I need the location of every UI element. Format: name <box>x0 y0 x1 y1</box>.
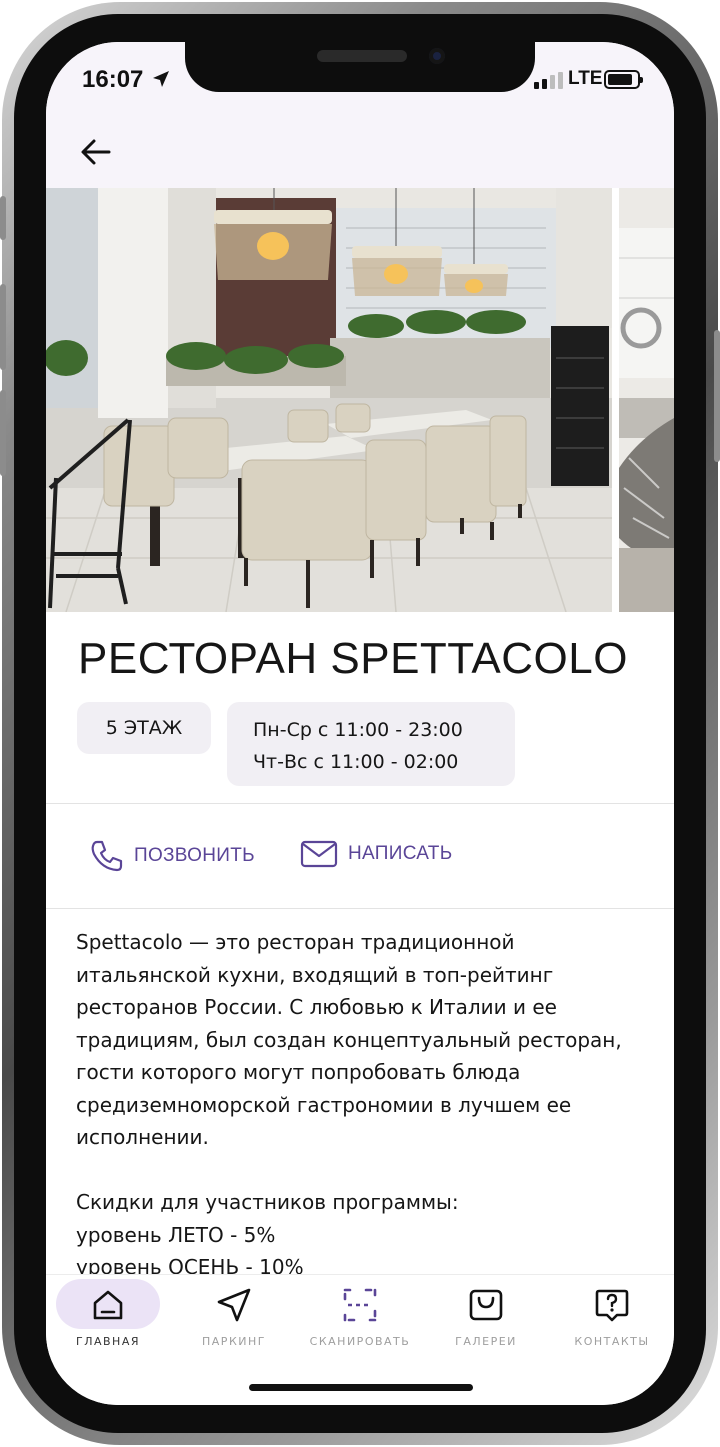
nav-contacts[interactable]: КОНТАКТЫ <box>552 1275 672 1355</box>
call-button[interactable]: ПОЗВОНИТЬ <box>88 838 255 874</box>
navigation-arrow-icon <box>217 1288 251 1322</box>
location-arrow-icon <box>153 71 169 87</box>
divider <box>46 803 674 804</box>
signal-icon <box>534 72 563 89</box>
floor-label: 5 ЭТАЖ <box>105 717 183 739</box>
discount-line: Скидки для участников программы: <box>76 1190 459 1214</box>
nav-galleries-label: ГАЛЕРЕИ <box>455 1335 517 1348</box>
restaurant-interior-photo-2 <box>619 188 674 612</box>
description-line: Spettacolo — это ресторан традиционной <box>76 930 515 954</box>
bottom-nav: ГЛАВНАЯ ПАРКИНГ СКАНИРОВАТЬ ГАЛЕРЕИ КОНТ… <box>46 1274 674 1405</box>
photo-gallery[interactable] <box>46 188 674 612</box>
home-icon <box>93 1290 123 1320</box>
nav-scan[interactable]: СКАНИРОВАТЬ <box>300 1275 420 1355</box>
restaurant-interior-photo <box>46 188 612 612</box>
notch <box>185 42 535 92</box>
description-line: исполнении. <box>76 1125 209 1149</box>
speaker-grille <box>317 50 407 62</box>
nav-home[interactable]: ГЛАВНАЯ <box>48 1275 168 1355</box>
nav-parking[interactable]: ПАРКИНГ <box>174 1275 294 1355</box>
write-button[interactable]: НАПИСАТЬ <box>300 838 452 870</box>
scan-icon <box>343 1288 377 1322</box>
help-chat-icon <box>595 1289 629 1322</box>
floor-badge: 5 ЭТАЖ <box>77 702 211 754</box>
silent-switch <box>0 196 6 240</box>
back-button[interactable] <box>78 134 114 170</box>
discount-line: уровень ЛЕТО - 5% <box>76 1222 276 1247</box>
venue-description: Spettacolo — это ресторан традиционной и… <box>76 926 646 1284</box>
venue-title: РЕСТОРАН SPETTACOLO <box>78 634 628 683</box>
opening-hours: Пн-Ср с 11:00 - 23:00 Чт-Вс с 11:00 - 02… <box>227 702 515 786</box>
volume-up-button <box>0 284 6 370</box>
battery-icon <box>604 70 643 89</box>
description-line: ресторанов России. С любовью к Италии и … <box>76 995 557 1019</box>
mail-icon <box>300 840 338 868</box>
phone-icon <box>91 840 123 872</box>
nav-galleries[interactable]: ГАЛЕРЕИ <box>426 1275 546 1355</box>
home-indicator <box>249 1384 473 1391</box>
status-time: 16:07 <box>82 66 144 93</box>
description-line: средиземноморской гастрономии в лучшем е… <box>76 1092 572 1117</box>
front-camera <box>429 48 445 64</box>
app-screen: 16:07 LTE РЕСТОРАН SPETTACOLO 5 ЭТАЖ Пн-… <box>46 42 674 1405</box>
divider <box>46 908 674 909</box>
description-line: гости которого могут попробовать блюда <box>76 1060 521 1084</box>
nav-home-label: ГЛАВНАЯ <box>76 1335 140 1348</box>
network-type: LTE <box>568 68 603 89</box>
gallery-photo-next[interactable] <box>619 188 674 612</box>
nav-parking-label: ПАРКИНГ <box>202 1335 266 1348</box>
gallery-photo-main[interactable] <box>46 188 612 612</box>
hours-line: Чт-Вс с 11:00 - 02:00 <box>253 751 459 773</box>
write-label: НАПИСАТЬ <box>348 843 453 864</box>
call-label: ПОЗВОНИТЬ <box>134 845 255 866</box>
power-button <box>714 330 720 462</box>
arrow-left-icon <box>81 139 111 165</box>
nav-contacts-label: КОНТАКТЫ <box>574 1335 650 1348</box>
hours-line: Пн-Ср с 11:00 - 23:00 <box>253 719 463 741</box>
shopping-bag-icon <box>469 1289 503 1321</box>
description-line: традициям, был создан концептуальный рес… <box>76 1027 622 1052</box>
volume-down-button <box>0 390 6 476</box>
nav-scan-label: СКАНИРОВАТЬ <box>309 1335 411 1348</box>
description-line: итальянской кухни, входящий в топ-рейтин… <box>76 962 554 987</box>
